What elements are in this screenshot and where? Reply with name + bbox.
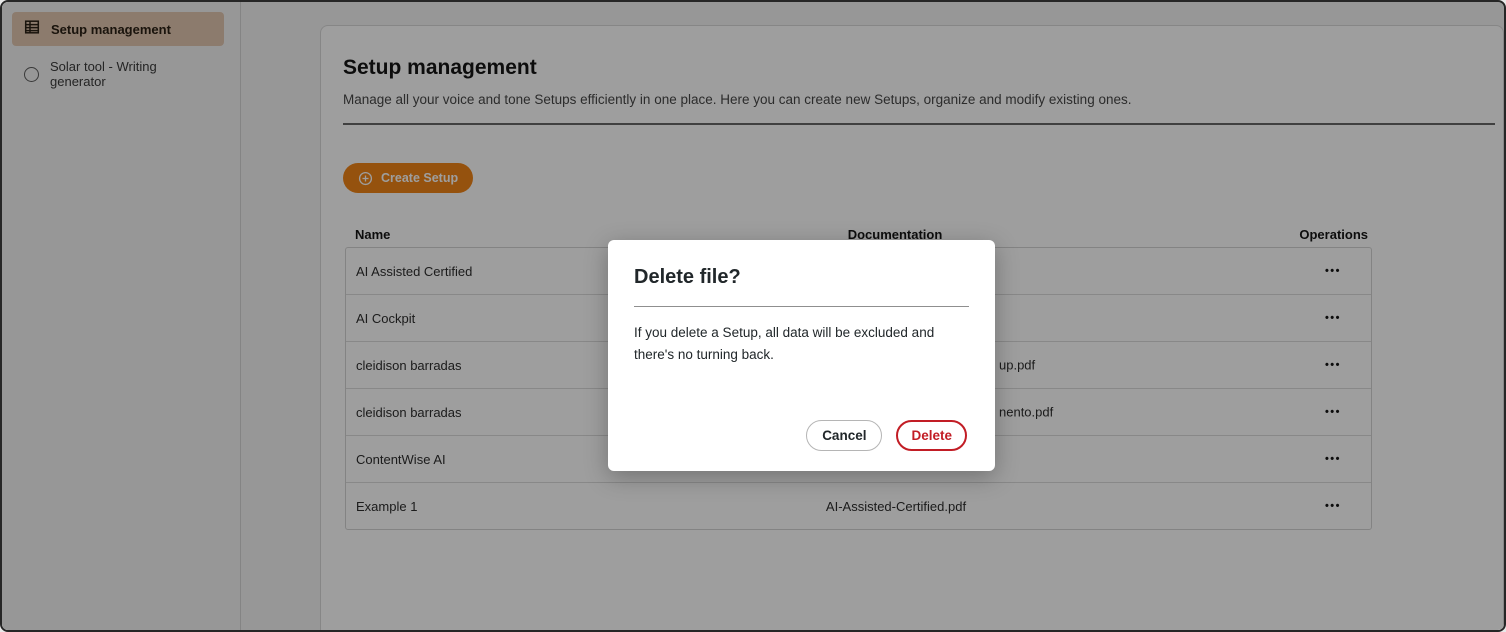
dialog-message: If you delete a Setup, all data will be …	[634, 322, 969, 365]
dialog-divider	[634, 306, 969, 307]
delete-button[interactable]: Delete	[896, 420, 967, 451]
delete-confirmation-dialog: Delete file? If you delete a Setup, all …	[608, 240, 995, 471]
dialog-actions: Cancel Delete	[806, 420, 967, 451]
dialog-title: Delete file?	[634, 266, 969, 289]
app-window: Setup management Solar tool - Writing ge…	[0, 0, 1506, 632]
cancel-button[interactable]: Cancel	[806, 420, 882, 451]
